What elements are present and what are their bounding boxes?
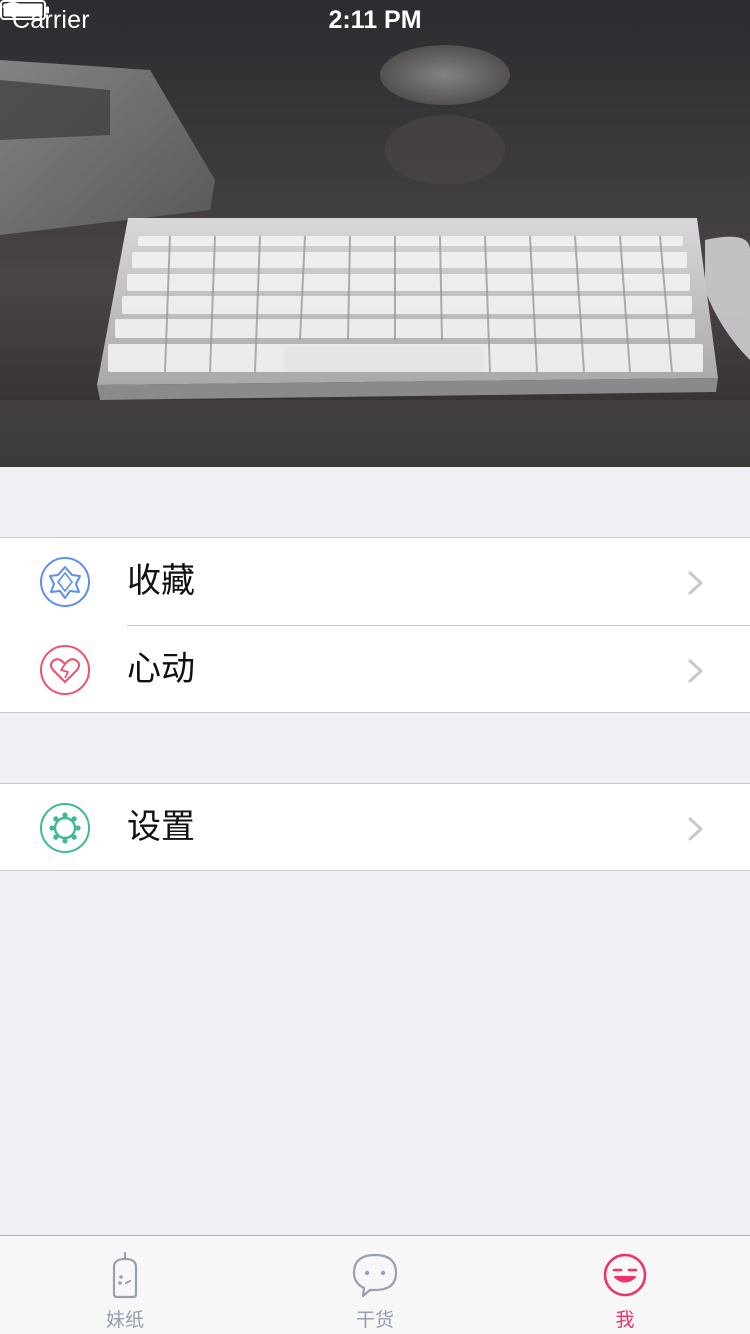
settings-gear-icon	[40, 803, 90, 853]
menu-item-crush[interactable]: 心动	[0, 626, 750, 714]
tab-label: 干货	[355, 1309, 394, 1331]
profile-screen: Carrier 2:11 PM 收藏 心动 设置 妹纸 干货 我	[0, 0, 750, 1334]
tab-label: 妹纸	[105, 1309, 144, 1331]
menu-item-label: 收藏	[127, 561, 195, 601]
menu-item-label: 心动	[127, 649, 195, 689]
menu-group-settings: 设置	[0, 783, 750, 871]
chevron-right-icon	[688, 659, 703, 683]
bottle-face-icon	[112, 1252, 138, 1299]
menu-item-favorites[interactable]: 收藏	[0, 538, 750, 626]
tab-label: 我	[615, 1309, 635, 1331]
menu-group-primary: 收藏 心动	[0, 537, 750, 713]
clock-label: 2:11 PM	[328, 6, 422, 34]
chevron-right-icon	[688, 571, 703, 595]
smiley-face-icon	[603, 1253, 647, 1297]
tab-resources[interactable]: 干货	[250, 1236, 500, 1334]
tab-me[interactable]: 我	[500, 1236, 750, 1334]
keyboard-photo-illustration	[0, 0, 750, 467]
status-bar: Carrier 2:11 PM	[0, 0, 750, 40]
tab-bar: 妹纸 干货 我	[0, 1235, 750, 1334]
battery-icon	[0, 0, 49, 20]
chat-bubble-icon	[352, 1253, 398, 1298]
chevron-right-icon	[688, 817, 703, 841]
broken-heart-icon	[40, 645, 90, 695]
menu-item-label: 设置	[127, 807, 195, 847]
favorites-star-icon	[40, 557, 90, 607]
header-photo: Carrier 2:11 PM	[0, 0, 750, 467]
menu-item-settings[interactable]: 设置	[0, 784, 750, 872]
tab-girls[interactable]: 妹纸	[0, 1236, 250, 1334]
